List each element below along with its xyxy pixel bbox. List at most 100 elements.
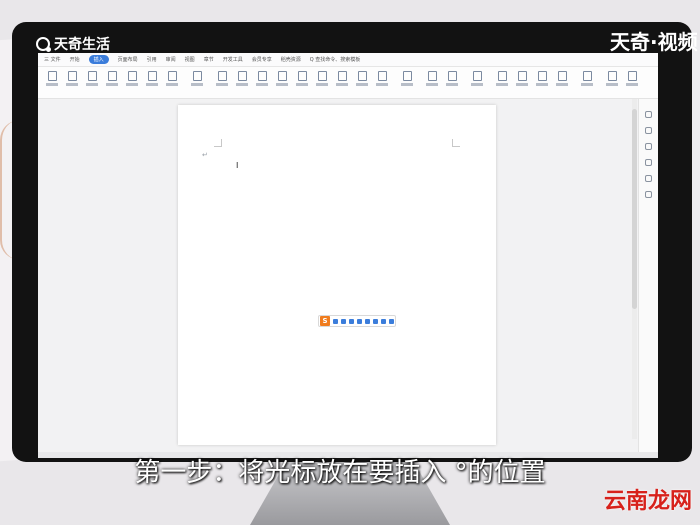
ime-keyboard-icon[interactable] <box>365 318 370 324</box>
menu-file[interactable]: 三 文件 <box>44 56 61 63</box>
ime-emoji-icon[interactable] <box>349 318 354 324</box>
watermark-icon <box>337 70 347 81</box>
flowchart-icon <box>217 70 227 81</box>
brand-icon <box>36 37 51 52</box>
brand-logo-right: 天奇·视频 <box>610 30 698 54</box>
site-watermark: 云南龙网 <box>603 489 692 514</box>
ribbon-header-footer-button[interactable] <box>294 70 310 95</box>
wordart-icon <box>377 70 387 81</box>
menu-docer[interactable]: 稻壳资源 <box>281 56 301 63</box>
ribbon-object-button[interactable] <box>444 70 460 95</box>
history-icon[interactable] <box>645 159 652 166</box>
ribbon-shapes-button[interactable] <box>144 70 160 95</box>
hyperlink-icon <box>557 70 567 81</box>
insert-ribbon <box>38 67 658 99</box>
document-area[interactable]: ↵ I S <box>38 99 638 454</box>
page-break-icon <box>87 70 97 81</box>
resource-icon <box>607 70 617 81</box>
formula-icon <box>517 70 527 81</box>
menu-review[interactable]: 审阅 <box>166 56 176 63</box>
ribbon-cover-page-button[interactable] <box>44 70 60 95</box>
ribbon-online-button[interactable] <box>624 70 640 95</box>
menu-search[interactable]: Q 查找命令、搜索模板 <box>310 56 361 63</box>
menu-home[interactable]: 开始 <box>70 56 80 63</box>
ime-punctuation-icon[interactable] <box>341 318 346 324</box>
more-icon <box>257 70 267 81</box>
share-icon[interactable] <box>645 175 652 182</box>
ribbon-table-button[interactable] <box>104 70 120 95</box>
ribbon-wordart-button[interactable] <box>374 70 390 95</box>
ribbon-watermark-button[interactable] <box>334 70 350 95</box>
comment-icon <box>277 70 287 81</box>
object-icon <box>447 70 457 81</box>
ribbon-picture-button[interactable] <box>124 70 140 95</box>
paragraph-mark-icon: ↵ <box>202 151 208 159</box>
menu-developer[interactable]: 开发工具 <box>223 56 243 63</box>
text-cursor-icon: I <box>236 161 239 170</box>
symbol-icon <box>497 70 507 81</box>
page-margin-corner-left <box>214 139 222 147</box>
ime-toolbox-icon[interactable] <box>381 318 386 324</box>
menu-member[interactable]: 会员专享 <box>252 56 272 63</box>
menu-page-layout[interactable]: 页面布局 <box>118 56 138 63</box>
shapes-icon <box>147 70 157 81</box>
ribbon-attachment-button[interactable] <box>394 70 420 95</box>
ribbon-dropcap-button[interactable] <box>464 70 490 95</box>
video-subtitle: 第一步：将光标放在要插入 °的位置 <box>134 458 546 488</box>
brand-logo-left: 天奇生活 <box>36 34 110 54</box>
ribbon-more-button[interactable] <box>254 70 270 95</box>
ribbon-textbox-button[interactable] <box>354 70 370 95</box>
page-margin-corner-right <box>452 139 460 147</box>
app-window: 三 文件 开始 插入 页面布局 引用 审阅 视图 章节 开发工具 会员专享 稻壳… <box>38 53 658 458</box>
online-icon <box>627 70 637 81</box>
ribbon-resource-button[interactable] <box>604 70 620 95</box>
chart-icon <box>192 70 202 81</box>
ribbon-comment-button[interactable] <box>274 70 290 95</box>
icons-icon <box>167 70 177 81</box>
edit-pen-icon[interactable] <box>645 143 652 150</box>
scrollbar-thumb[interactable] <box>632 109 637 309</box>
date-icon <box>427 70 437 81</box>
vertical-scrollbar[interactable] <box>632 99 637 439</box>
ribbon-bookmark-button[interactable] <box>574 70 600 95</box>
menu-insert[interactable]: 插入 <box>88 55 109 64</box>
ime-voice-icon[interactable] <box>357 318 362 324</box>
menu-view[interactable]: 视图 <box>185 56 195 63</box>
ime-toolbar[interactable]: S <box>318 315 396 327</box>
ribbon-date-button[interactable] <box>424 70 440 95</box>
ribbon-mindmap-button[interactable] <box>234 70 250 95</box>
header-footer-icon <box>297 70 307 81</box>
page-number-icon <box>317 70 327 81</box>
attachment-icon <box>402 70 412 81</box>
right-side-panel <box>638 99 658 454</box>
ribbon-blank-page-button[interactable] <box>64 70 80 95</box>
ime-mode-icon[interactable] <box>333 318 338 324</box>
style-icon[interactable] <box>645 127 652 134</box>
ribbon-page-number-button[interactable] <box>314 70 330 95</box>
bookmark-icon <box>582 70 592 81</box>
ribbon-chart-button[interactable] <box>184 70 210 95</box>
number-icon <box>537 70 547 81</box>
ribbon-hyperlink-button[interactable] <box>554 70 570 95</box>
ribbon-number-button[interactable] <box>534 70 550 95</box>
ribbon-icons-button[interactable] <box>164 70 180 95</box>
ime-settings-icon[interactable] <box>389 318 394 324</box>
dropcap-icon <box>472 70 482 81</box>
mindmap-icon <box>237 70 247 81</box>
menu-section[interactable]: 章节 <box>204 56 214 63</box>
select-icon[interactable] <box>645 111 652 118</box>
ime-skin-icon[interactable] <box>373 318 378 324</box>
ribbon-page-break-button[interactable] <box>84 70 100 95</box>
blank-page-icon <box>67 70 77 81</box>
picture-icon <box>127 70 137 81</box>
settings-icon[interactable] <box>645 191 652 198</box>
ribbon-formula-button[interactable] <box>514 70 530 95</box>
ribbon-symbol-button[interactable] <box>494 70 510 95</box>
sogou-ime-logo[interactable]: S <box>320 316 330 326</box>
brand-left-text: 天奇生活 <box>54 37 110 53</box>
ribbon-flowchart-button[interactable] <box>214 70 230 95</box>
document-page[interactable]: ↵ I S <box>178 105 496 445</box>
menu-references[interactable]: 引用 <box>147 56 157 63</box>
textbox-icon <box>357 70 367 81</box>
cover-page-icon <box>47 70 57 81</box>
